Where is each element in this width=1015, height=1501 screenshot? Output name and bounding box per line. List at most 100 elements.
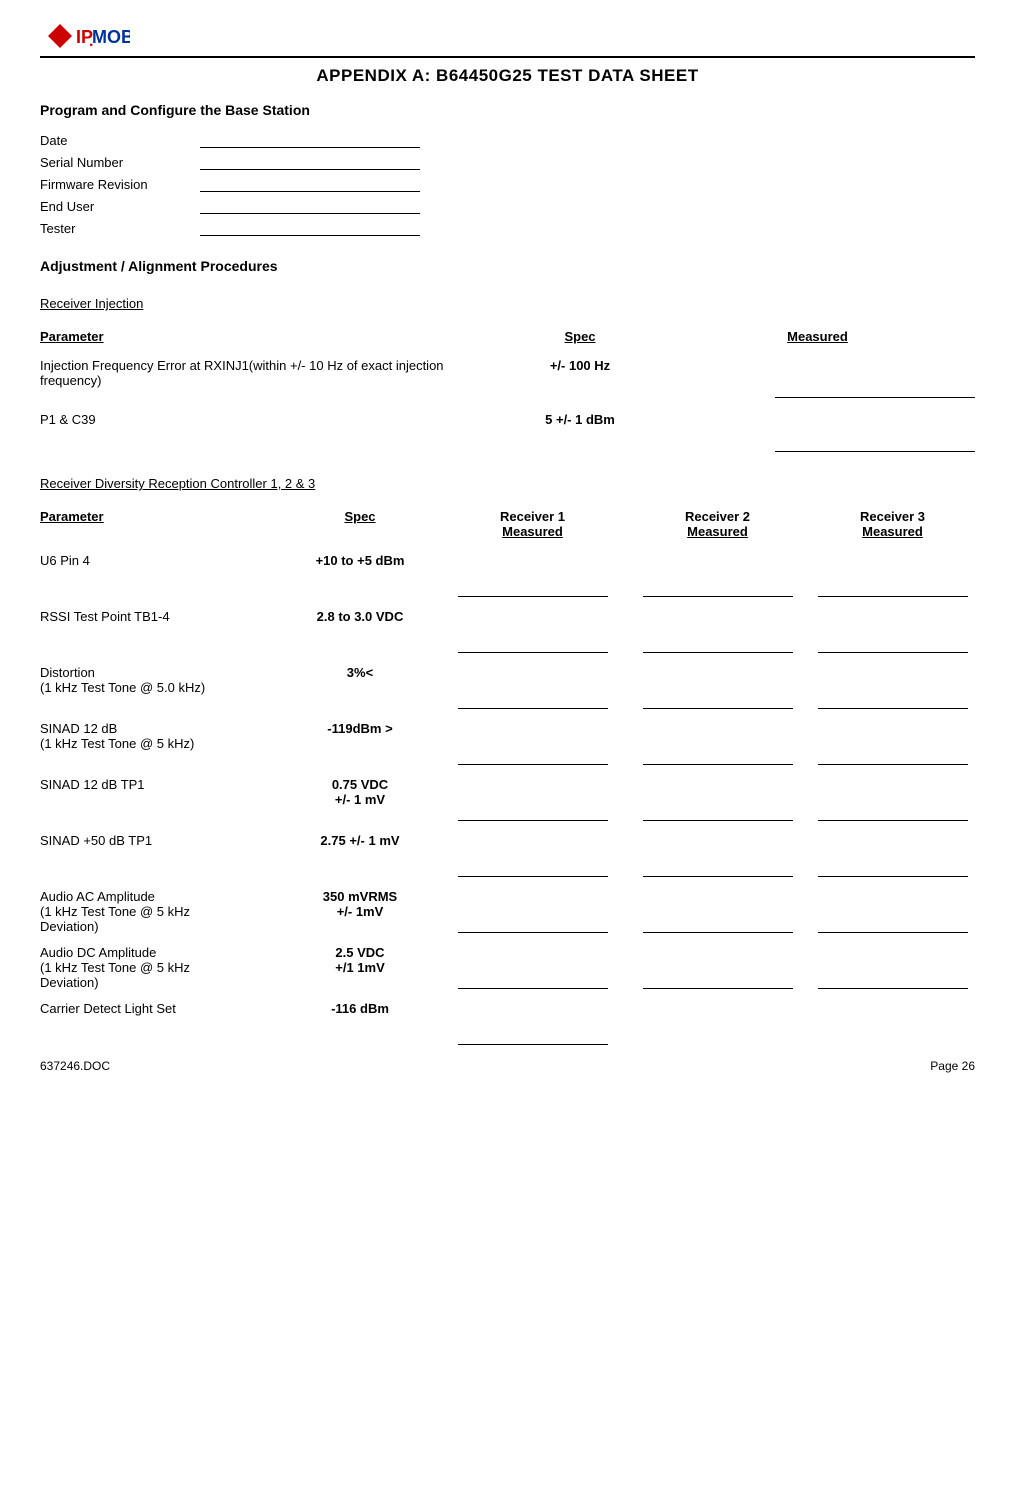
div-r1-sinad12 — [440, 717, 625, 765]
div-mline-r3-distortion — [818, 685, 968, 709]
div-r1-sinad50tp1 — [440, 829, 625, 877]
svg-text:.: . — [89, 33, 93, 50]
ri-spec-2: 5 +/- 1 dBm — [500, 408, 660, 427]
div-r1-sinad12tp1 — [440, 773, 625, 821]
info-label-date: Date — [40, 133, 200, 148]
div-spec-sinad12: -119dBm > — [280, 717, 440, 736]
div-mline-r2-sinad12tp1 — [643, 797, 793, 821]
info-row-serial: Serial Number — [40, 154, 975, 170]
ri-measured-2 — [660, 408, 975, 452]
div-r2-rssi — [625, 605, 810, 653]
div-r2-sinad12 — [625, 717, 810, 765]
info-row-firmware: Firmware Revision — [40, 176, 975, 192]
div-param-distortion: Distortion(1 kHz Test Tone @ 5.0 kHz) — [40, 661, 280, 695]
footer: 637246.DOC Page 26 — [40, 1059, 975, 1073]
div-row-rssi: RSSI Test Point TB1-4 2.8 to 3.0 VDC — [40, 605, 975, 657]
div-r2-sinad12tp1 — [625, 773, 810, 821]
div-r3-line2: Measured — [862, 524, 923, 539]
div-r3-distortion — [810, 661, 975, 709]
div-row-carrier: Carrier Detect Light Set -116 dBm — [40, 997, 975, 1049]
ri-spec-1: +/- 100 Hz — [500, 354, 660, 373]
info-line-firmware — [200, 176, 420, 192]
div-mline-r1-u6 — [458, 573, 608, 597]
div-row-audio-dc: Audio DC Amplitude(1 kHz Test Tone @ 5 k… — [40, 941, 975, 993]
div-r1-rssi — [440, 605, 625, 653]
div-param-sinad12tp1: SINAD 12 dB TP1 — [40, 773, 280, 792]
div-r2-u6 — [625, 549, 810, 597]
div-mline-r2-audio-ac — [643, 909, 793, 933]
div-r3-u6 — [810, 549, 975, 597]
div-param-sinad12: SINAD 12 dB(1 kHz Test Tone @ 5 kHz) — [40, 717, 280, 751]
div-r1-u6 — [440, 549, 625, 597]
div-r2-line2: Measured — [687, 524, 748, 539]
logo-icon: IP MOBILENET . — [40, 20, 130, 52]
div-mline-r3-sinad12 — [818, 741, 968, 765]
info-label-tester: Tester — [40, 221, 200, 236]
div-mline-r3-sinad12tp1 — [818, 797, 968, 821]
div-header-spec-label: Spec — [344, 509, 375, 524]
div-r1-carrier — [440, 997, 625, 1045]
ri-param-2: P1 & C39 — [40, 408, 500, 427]
div-mline-r1-sinad12 — [458, 741, 608, 765]
ri-header-param: Parameter — [40, 329, 500, 344]
div-r3-audio-dc — [810, 941, 975, 989]
ri-param-1: Injection Frequency Error at RXINJ1(with… — [40, 354, 500, 388]
div-spec-audio-dc: 2.5 VDC+/1 1mV — [280, 941, 440, 975]
div-mline-r1-distortion — [458, 685, 608, 709]
ri-row-2: P1 & C39 5 +/- 1 dBm — [40, 408, 975, 456]
div-mline-r1-sinad12tp1 — [458, 797, 608, 821]
div-mline-r3-sinad50tp1 — [818, 853, 968, 877]
div-spec-distortion: 3%< — [280, 661, 440, 680]
diversity-section: Receiver Diversity Reception Controller … — [40, 476, 975, 1049]
div-mline-r2-audio-dc — [643, 965, 793, 989]
div-r3-line1: Receiver 3 — [860, 509, 925, 524]
div-row-sinad50tp1: SINAD +50 dB TP1 2.75 +/- 1 mV — [40, 829, 975, 881]
div-row-sinad12tp1: SINAD 12 dB TP1 0.75 VDC+/- 1 mV — [40, 773, 975, 825]
div-spec-sinad50tp1: 2.75 +/- 1 mV — [280, 829, 440, 848]
footer-doc: 637246.DOC — [40, 1059, 110, 1073]
div-r3-sinad12 — [810, 717, 975, 765]
program-heading: Program and Configure the Base Station — [40, 102, 975, 118]
div-mline-r3-rssi — [818, 629, 968, 653]
div-header-param: Parameter — [40, 509, 280, 539]
div-spec-audio-ac: 350 mVRMS+/- 1mV — [280, 885, 440, 919]
div-mline-r1-sinad50tp1 — [458, 853, 608, 877]
div-row-audio-ac: Audio AC Amplitude(1 kHz Test Tone @ 5 k… — [40, 885, 975, 937]
div-r3-audio-ac — [810, 885, 975, 933]
info-label-serial: Serial Number — [40, 155, 200, 170]
page-title: APPENDIX A: B64450G25 TEST DATA SHEET — [40, 66, 975, 86]
div-mline-r1-carrier — [458, 1021, 608, 1045]
info-line-serial — [200, 154, 420, 170]
div-mline-r3-audio-dc — [818, 965, 968, 989]
div-r1-distortion — [440, 661, 625, 709]
div-r1-line2: Measured — [502, 524, 563, 539]
info-line-tester — [200, 220, 420, 236]
svg-text:MOBILENET: MOBILENET — [92, 27, 130, 47]
info-label-firmware: Firmware Revision — [40, 177, 200, 192]
div-header-r3: Receiver 3 Measured — [810, 509, 975, 539]
ri-header-spec: Spec — [500, 329, 660, 344]
div-r2-audio-dc — [625, 941, 810, 989]
top-divider — [40, 56, 975, 58]
div-mline-r1-audio-ac — [458, 909, 608, 933]
div-r2-line1: Receiver 2 — [685, 509, 750, 524]
div-mline-r1-rssi — [458, 629, 608, 653]
info-row-date: Date — [40, 132, 975, 148]
div-row-sinad12: SINAD 12 dB(1 kHz Test Tone @ 5 kHz) -11… — [40, 717, 975, 769]
div-mline-r2-rssi — [643, 629, 793, 653]
logo-container: IP MOBILENET . — [40, 20, 975, 52]
div-param-rssi: RSSI Test Point TB1-4 — [40, 605, 280, 624]
ri-header-measured: Measured — [660, 329, 975, 344]
div-mline-r2-distortion — [643, 685, 793, 709]
div-r1-audio-ac — [440, 885, 625, 933]
page: IP MOBILENET . APPENDIX A: B64450G25 TES… — [0, 0, 1015, 1093]
alignment-heading: Adjustment / Alignment Procedures — [40, 258, 975, 274]
info-line-enduser — [200, 198, 420, 214]
info-row-tester: Tester — [40, 220, 975, 236]
div-mline-r2-sinad50tp1 — [643, 853, 793, 877]
div-r3-sinad12tp1 — [810, 773, 975, 821]
div-param-u6: U6 Pin 4 — [40, 549, 280, 568]
ri-measure-line-1 — [775, 374, 975, 398]
div-r3-rssi — [810, 605, 975, 653]
div-row-distortion: Distortion(1 kHz Test Tone @ 5.0 kHz) 3%… — [40, 661, 975, 713]
